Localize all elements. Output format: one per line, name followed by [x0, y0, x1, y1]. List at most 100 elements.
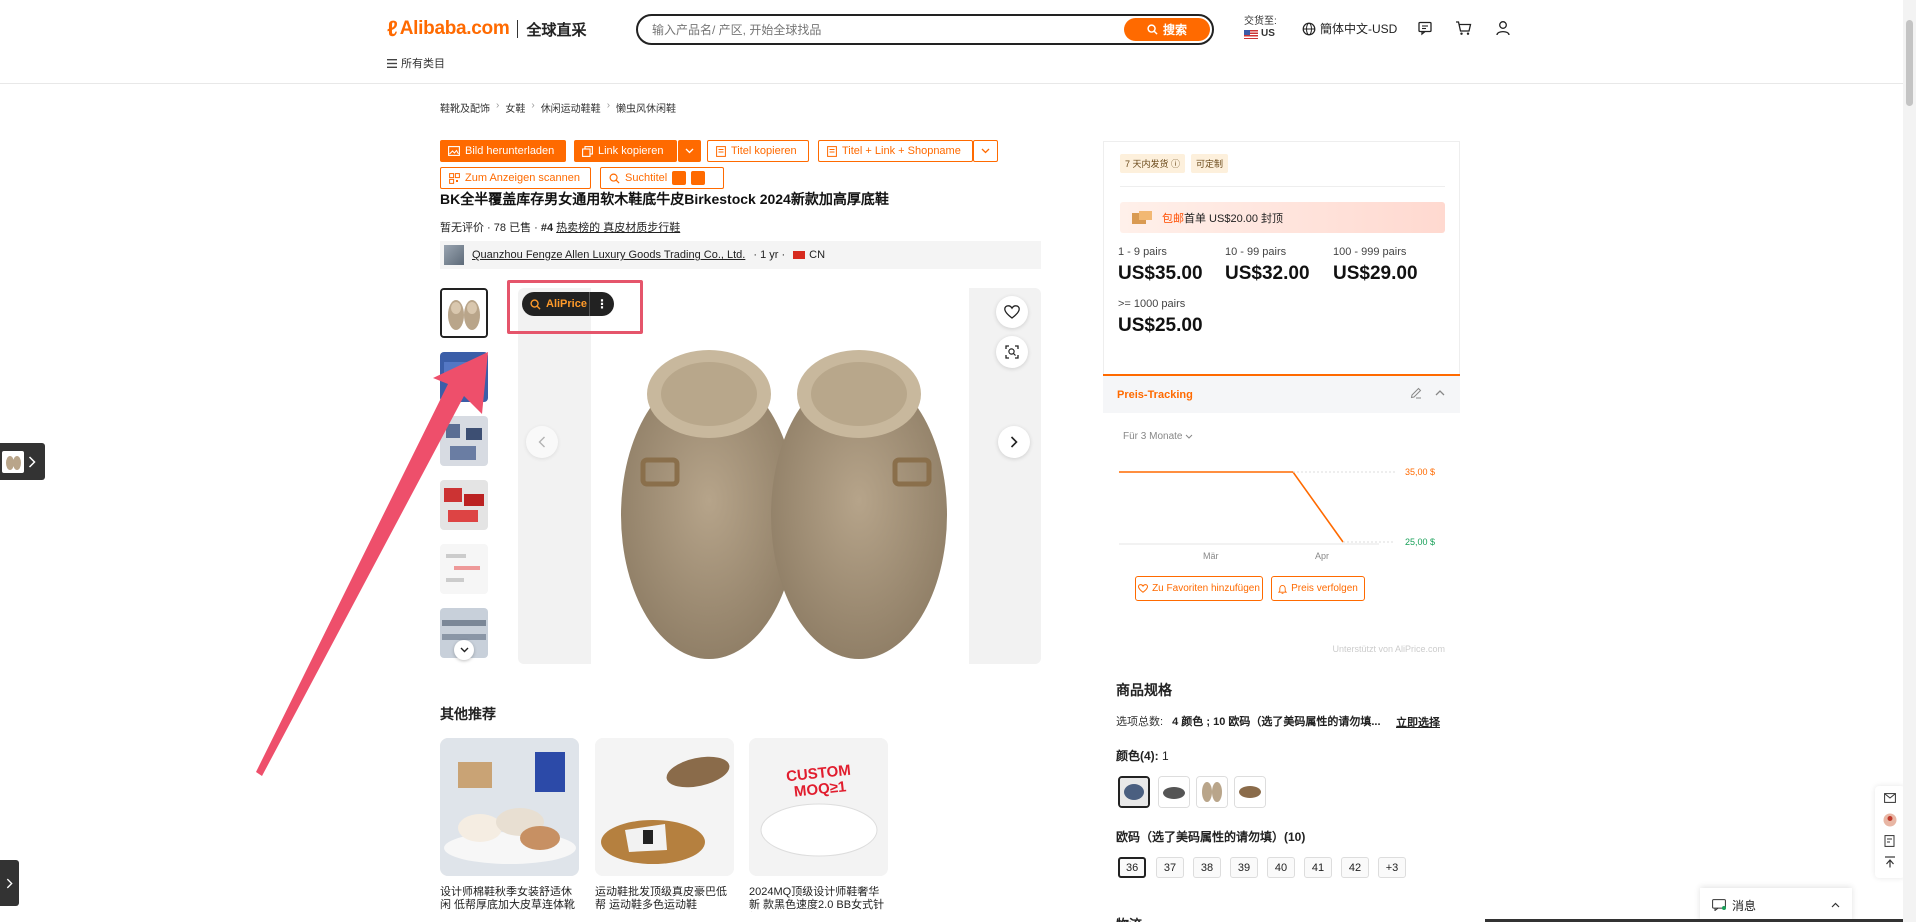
size-option-39[interactable]: 39: [1230, 857, 1258, 878]
search-icon: [530, 298, 541, 310]
deliver-label: 交货至:: [1244, 16, 1277, 27]
size-option-40[interactable]: 40: [1267, 857, 1295, 878]
favorite-heart-button[interactable]: [996, 296, 1028, 328]
download-image-button[interactable]: Bild herunterladen: [440, 140, 566, 162]
scan-to-view-button[interactable]: Zum Anzeigen scannen: [440, 167, 591, 189]
time-range-label: Für 3 Monate: [1123, 431, 1183, 442]
price-tier: 100 - 999 pairs US$29.00: [1333, 246, 1418, 285]
time-range-dropdown[interactable]: Für 3 Monate: [1123, 431, 1193, 442]
color-swatch-brown[interactable]: [1234, 776, 1266, 808]
size-option-more[interactable]: +3: [1378, 857, 1406, 878]
color-swatch-black[interactable]: [1158, 776, 1190, 808]
tier-quantity: 100 - 999 pairs: [1333, 246, 1407, 258]
size-option-38[interactable]: 38: [1193, 857, 1221, 878]
messages-label: 消息: [1732, 898, 1757, 913]
breadcrumb-item[interactable]: 女鞋: [505, 100, 525, 115]
message-icon[interactable]: [1416, 19, 1434, 37]
copy-link-label: Link kopieren: [598, 145, 664, 157]
user-icon[interactable]: [1494, 19, 1512, 37]
gallery-next-button[interactable]: [998, 426, 1030, 458]
mail-icon[interactable]: [1884, 793, 1896, 803]
price-tier: 10 - 99 pairs US$32.00: [1225, 246, 1310, 285]
size-option-42[interactable]: 42: [1341, 857, 1369, 878]
copy-link-dropdown[interactable]: [678, 140, 701, 162]
specs-title: 商品规格: [1116, 682, 1172, 698]
copy-link-button[interactable]: Link kopieren: [574, 140, 677, 162]
price-history-chart: 35,00 $ 25,00 $ Mär Apr: [1118, 467, 1435, 561]
all-categories-menu[interactable]: 所有类目: [387, 55, 445, 71]
tier-price: US$29.00: [1333, 263, 1418, 284]
heart-icon: [1138, 584, 1149, 593]
breadcrumb-separator: ›: [531, 100, 535, 111]
add-to-favorites-button[interactable]: Zu Favoriten hinzufügen: [1135, 576, 1263, 601]
heart-icon: [1004, 305, 1020, 319]
price-high-label: 35,00 $: [1405, 467, 1435, 477]
1688-app-icon[interactable]: [691, 171, 706, 185]
color-swatch-taupe[interactable]: [1196, 776, 1228, 808]
gallery-prev-button[interactable]: [526, 426, 558, 458]
recommendation-image: [440, 738, 579, 876]
follow-price-label: Preis verfolgen: [1291, 583, 1358, 594]
back-to-top-icon[interactable]: [1884, 856, 1896, 868]
aliprice-button[interactable]: AliPrice ⋮: [522, 292, 614, 316]
size-option-41[interactable]: 41: [1304, 857, 1332, 878]
options-value: 4 颜色 ; 10 欧码（选了美码属性的请勿填...: [1172, 716, 1381, 728]
deliver-to[interactable]: 交货至: US: [1244, 16, 1277, 40]
alibaba-app-icon[interactable]: [672, 171, 687, 185]
select-now-link[interactable]: 立即选择: [1396, 714, 1440, 730]
search-title-label: Suchtitel: [625, 172, 668, 184]
chevron-up-icon: [1831, 902, 1840, 908]
language-currency-selector[interactable]: 簡体中文-USD: [1302, 20, 1397, 37]
messages-bar[interactable]: 消息: [1700, 888, 1852, 922]
cart-icon[interactable]: [1454, 19, 1472, 37]
tier-quantity: 10 - 99 pairs: [1225, 246, 1287, 258]
thumbnail-clogs[interactable]: [440, 288, 488, 338]
ship-in-7-days-badge[interactable]: 7 天内发货 ⓘ: [1120, 154, 1186, 173]
price-tracker-header[interactable]: Preis-Tracking: [1103, 376, 1460, 413]
search-input[interactable]: [652, 21, 1092, 39]
recommendation-card[interactable]: CUSTOM MOQ≥1 2024MQ顶级设计师鞋奢华新 款黑色速度2.0 BB…: [749, 738, 888, 912]
qr-code-icon: [449, 172, 460, 184]
alibaba-logo[interactable]: ℓ Alibaba.com 全球直采: [387, 16, 586, 42]
breadcrumb-item[interactable]: 鞋靴及配饰: [440, 100, 490, 115]
product-title: BK全半覆盖库存男女通用软木鞋底牛皮Birkestock 2024新款加高厚底鞋: [440, 191, 889, 207]
copy-options-dropdown[interactable]: [973, 140, 998, 162]
color-row-label: 颜色(4): 1: [1116, 747, 1169, 764]
search-button[interactable]: 搜索: [1124, 18, 1210, 41]
breadcrumb-item[interactable]: 休闲运动鞋鞋: [541, 100, 601, 115]
copy-title-button[interactable]: Titel kopieren: [707, 140, 809, 162]
add-to-favorites-label: Zu Favoriten hinzufügen: [1152, 583, 1260, 594]
feedback-icon[interactable]: [1884, 835, 1896, 847]
page-scrollbar[interactable]: [1903, 0, 1916, 922]
color-swatch-blue[interactable]: [1118, 776, 1150, 808]
size-option-37[interactable]: 37: [1156, 857, 1184, 878]
ranking-link[interactable]: 热卖榜的 真皮材质步行鞋: [556, 222, 680, 234]
follow-price-button[interactable]: Preis verfolgen: [1271, 576, 1365, 601]
x-axis-label-mar: Mär: [1203, 551, 1219, 561]
chevron-up-icon[interactable]: [1434, 387, 1446, 399]
recommendation-title: 运动鞋批发顶级真皮豪巴低帮 运动鞋多色运动鞋: [595, 886, 727, 911]
visual-search-button[interactable]: [996, 336, 1028, 368]
aliprice-side-widget[interactable]: [0, 443, 45, 480]
recommendation-card[interactable]: 运动鞋批发顶级真皮豪巴低帮 运动鞋多色运动鞋: [595, 738, 734, 912]
options-label: 选项总数:: [1116, 716, 1164, 728]
copy-icon: [582, 145, 593, 157]
options-summary: 选项总数: 4 颜色 ; 10 欧码（选了美码属性的请勿填...: [1116, 713, 1381, 729]
size-option-36[interactable]: 36: [1118, 857, 1147, 878]
copy-title-link-shop-button[interactable]: Titel + Link + Shopname: [818, 140, 973, 162]
aliprice-more-icon[interactable]: ⋮: [590, 297, 614, 311]
product-gallery: [518, 288, 1041, 664]
search-button-label: 搜索: [1162, 23, 1187, 37]
side-expand-button[interactable]: [0, 860, 19, 906]
chevron-right-icon: [1010, 436, 1018, 448]
avatar[interactable]: [1883, 813, 1897, 827]
recommendation-card[interactable]: 设计师棉鞋秋季女装舒适休闲 低帮厚底加大皮草连体靴: [440, 738, 579, 912]
edit-icon[interactable]: [1410, 387, 1422, 399]
seller-years: · 1 yr ·: [753, 249, 786, 261]
ranking-number: #4: [540, 222, 554, 234]
seller-name-link[interactable]: Quanzhou Fengze Allen Luxury Goods Tradi…: [472, 249, 745, 261]
search-title-button[interactable]: Suchtitel: [600, 167, 724, 189]
copy-title-link-shop-label: Titel + Link + Shopname: [842, 145, 961, 157]
breadcrumb-item[interactable]: 懒虫风休闲鞋: [616, 100, 676, 115]
scrollbar-thumb[interactable]: [1906, 20, 1913, 106]
